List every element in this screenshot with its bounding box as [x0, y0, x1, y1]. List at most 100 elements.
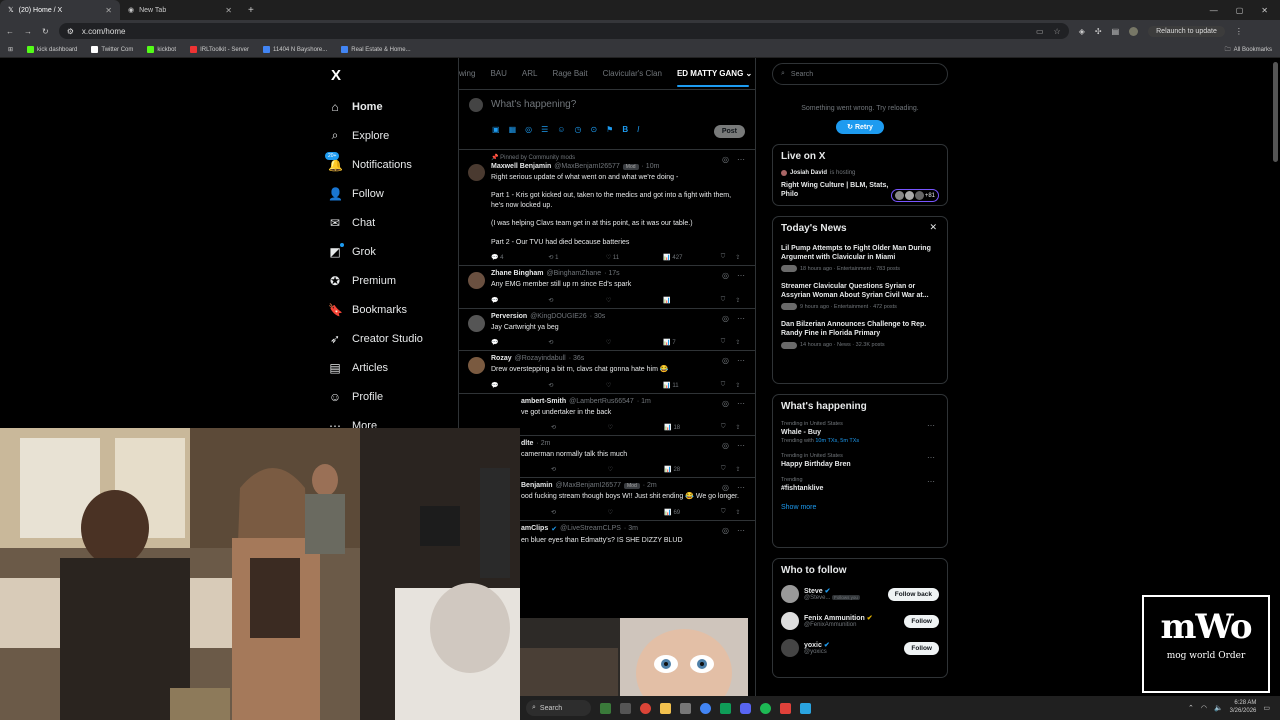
- grok-icon[interactable]: ◎: [722, 314, 729, 323]
- avatar[interactable]: [781, 612, 799, 630]
- tweet-handle[interactable]: @Rozayindabull: [515, 355, 566, 362]
- post-button[interactable]: Post: [713, 125, 745, 138]
- italic-icon[interactable]: I: [637, 125, 639, 134]
- more-icon[interactable]: ⋯: [737, 356, 745, 365]
- reply-button[interactable]: 💬 4: [491, 254, 548, 261]
- task-view-icon[interactable]: [620, 702, 631, 714]
- search-input[interactable]: ⌕ Search: [772, 63, 948, 85]
- repost-button[interactable]: ⟲: [551, 509, 608, 516]
- grok-icon[interactable]: ◎: [722, 483, 729, 492]
- bookmark-icon[interactable]: ⛉: [721, 509, 735, 516]
- app-icon[interactable]: [720, 702, 731, 714]
- more-icon[interactable]: ⋯: [927, 453, 935, 462]
- tweet-author[interactable]: Benjamin: [521, 482, 553, 489]
- tweet-time[interactable]: · 3m: [624, 525, 638, 532]
- notification-icon[interactable]: ▭: [1263, 704, 1270, 712]
- chrome-icon[interactable]: [640, 702, 651, 714]
- app-icon[interactable]: [780, 702, 791, 714]
- wifi-icon[interactable]: ◠: [1201, 704, 1207, 712]
- all-bookmarks[interactable]: 🗀 All Bookmarks: [1225, 45, 1272, 55]
- discord-icon[interactable]: [740, 702, 751, 714]
- grok-icon[interactable]: ◎: [722, 271, 729, 280]
- tweet[interactable]: Perversion @KingDOUGIE26 · 30s ◎ ⋯ Jay Ca…: [459, 309, 755, 352]
- news-item[interactable]: Lil Pump Attempts to Fight Older Man Dur…: [781, 244, 939, 273]
- tab-wing[interactable]: wing: [459, 69, 475, 78]
- forward-icon[interactable]: →: [24, 27, 32, 36]
- bookmark-kickbot[interactable]: kickbot: [147, 46, 176, 53]
- bookmark-real-estate[interactable]: Real Estate & Home...: [341, 46, 411, 53]
- reply-button[interactable]: 💬: [491, 382, 548, 389]
- flag-icon[interactable]: ⚑: [606, 125, 613, 134]
- listener-avatars[interactable]: +81: [890, 189, 939, 202]
- apps-icon[interactable]: ⊞: [8, 46, 13, 53]
- tweet-time[interactable]: · 2m: [643, 482, 657, 489]
- nav-grok[interactable]: ◩ Grok: [328, 237, 458, 266]
- repost-button[interactable]: ⟲: [548, 382, 605, 389]
- bookmark-icon[interactable]: ⛉: [721, 466, 735, 473]
- clock[interactable]: 6:28 AM 3/26/2026: [1230, 700, 1257, 716]
- menu-icon[interactable]: ⋮: [1235, 27, 1243, 36]
- tweet-author[interactable]: amClips: [521, 525, 548, 532]
- bookmark-icon[interactable]: ⛉: [721, 339, 736, 346]
- nav-premium[interactable]: ✪ Premium: [328, 266, 458, 295]
- bookmark-bayshore[interactable]: 11404 N Bayshore...: [263, 46, 327, 53]
- tweet-author[interactable]: dlte: [521, 440, 533, 447]
- taskbar-search[interactable]: ⌕ Search: [526, 700, 591, 716]
- tweet-time[interactable]: · 36s: [569, 355, 585, 362]
- tab-ed-matty-gang[interactable]: ED MATTY GANG ⌄: [677, 69, 752, 78]
- more-icon[interactable]: ⋯: [737, 441, 745, 450]
- url-text[interactable]: x.com/home: [82, 27, 126, 36]
- chevron-up-icon[interactable]: ⌃: [1188, 704, 1194, 712]
- nav-profile[interactable]: ☺ Profile: [328, 382, 458, 411]
- like-button[interactable]: ♡: [606, 297, 663, 304]
- avatar[interactable]: [468, 314, 485, 332]
- close-icon[interactable]: ✕: [929, 222, 937, 233]
- tweet-handle[interactable]: @BinghamZhane: [547, 270, 602, 277]
- tweet-author[interactable]: Perversion: [491, 313, 527, 320]
- more-icon[interactable]: ⋯: [737, 155, 745, 164]
- tweet-author[interactable]: Maxwell Benjamin: [491, 163, 551, 170]
- tweet-handle[interactable]: @MaxBenjamI26577: [554, 163, 619, 170]
- star-icon[interactable]: ☆: [1054, 27, 1061, 36]
- share-icon[interactable]: ⇪: [735, 424, 745, 431]
- more-icon[interactable]: ⋯: [737, 399, 745, 408]
- views-button[interactable]: 📊 28: [664, 466, 721, 473]
- chrome-icon[interactable]: [700, 702, 711, 714]
- trend-item[interactable]: Trending in United States Whale - Buy Tr…: [781, 421, 939, 444]
- tweet-handle[interactable]: @KingDOUGIE26: [530, 313, 587, 320]
- bookmark-icon[interactable]: ⛉: [721, 297, 736, 304]
- tab-arl[interactable]: ARL: [522, 69, 538, 78]
- poll-icon[interactable]: ☰: [541, 125, 548, 134]
- follow-suggestion[interactable]: yoxic ✔ @yoxics Follow: [781, 639, 939, 657]
- more-icon[interactable]: ⋯: [737, 483, 745, 492]
- tweet-time[interactable]: · 10m: [642, 163, 660, 170]
- extension-icon[interactable]: ◈: [1079, 27, 1085, 36]
- schedule-icon[interactable]: ◷: [574, 125, 581, 134]
- avatar[interactable]: [781, 639, 799, 657]
- location-icon[interactable]: ⊙: [590, 125, 597, 134]
- tweet-media[interactable]: [520, 618, 748, 696]
- more-icon[interactable]: ⋯: [927, 477, 935, 486]
- tab-x-home[interactable]: 𝕏 (20) Home / X ✕: [0, 0, 120, 20]
- close-window-icon[interactable]: ✕: [1261, 6, 1268, 15]
- follow-suggestion[interactable]: Steve ✔ @Steve... Follows you Follow bac…: [781, 585, 939, 603]
- like-button[interactable]: ♡: [608, 466, 665, 473]
- repost-button[interactable]: ⟲: [551, 424, 608, 431]
- gif-icon[interactable]: ▦: [509, 125, 517, 134]
- avatar[interactable]: [468, 357, 485, 375]
- new-tab-icon[interactable]: +: [248, 5, 254, 16]
- more-icon[interactable]: ⋯: [737, 314, 745, 323]
- reply-button[interactable]: 💬: [491, 339, 548, 346]
- grok-icon[interactable]: ◎: [722, 526, 729, 535]
- relaunch-button[interactable]: Relaunch to update: [1148, 25, 1225, 37]
- tab-clavicular-clan[interactable]: Clavicular's Clan: [603, 69, 662, 78]
- nav-bookmarks[interactable]: 🔖 Bookmarks: [328, 295, 458, 324]
- retry-button[interactable]: ↻ Retry: [836, 120, 884, 134]
- reply-button[interactable]: 💬: [491, 297, 548, 304]
- emoji-icon[interactable]: ☺: [557, 125, 565, 134]
- follow-button[interactable]: Follow: [904, 641, 939, 655]
- repost-button[interactable]: ⟲: [551, 466, 608, 473]
- share-icon[interactable]: ⇪: [735, 339, 745, 346]
- like-button[interactable]: ♡: [608, 424, 665, 431]
- bookmark-icon[interactable]: ⛉: [721, 382, 736, 389]
